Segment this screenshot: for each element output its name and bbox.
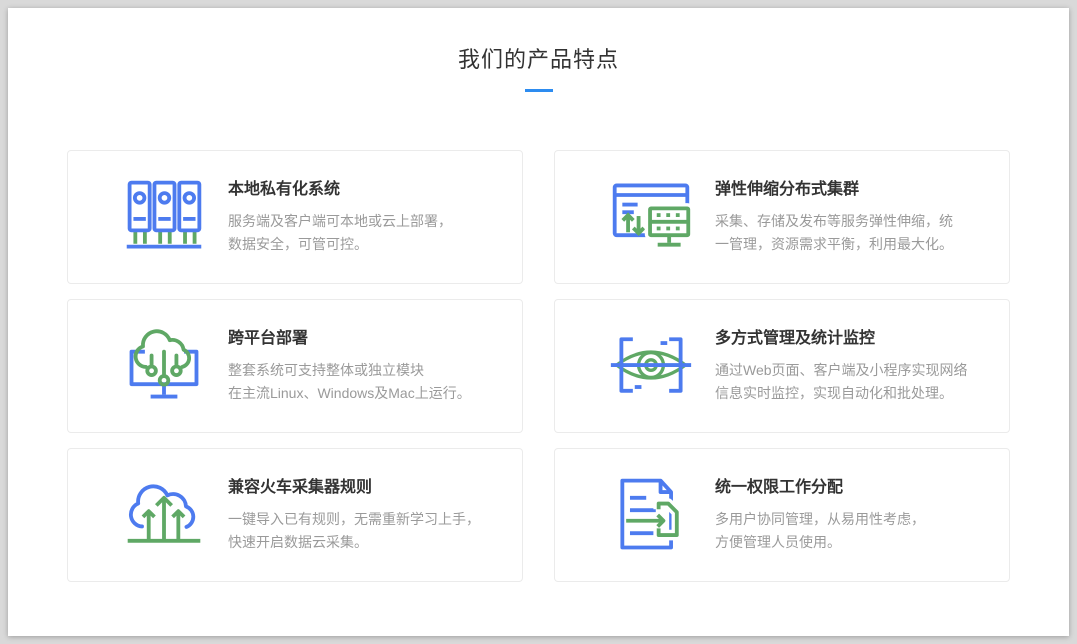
feature-title: 跨平台部署 xyxy=(228,328,502,350)
feature-card-monitoring: 多方式管理及统计监控 通过Web页面、客户端及小程序实现网络 信息实时监控，实现… xyxy=(554,299,1010,433)
title-underline xyxy=(525,89,553,92)
monitor-eye-icon xyxy=(608,323,694,409)
section-header: 我们的产品特点 xyxy=(8,8,1069,92)
feature-text: 兼容火车采集器规则 一键导入已有规则，无需重新学习上手， 快速开启数据云采集。 xyxy=(228,477,522,554)
desc-line: 多用户协同管理，从易用性考虑， xyxy=(715,511,925,527)
feature-title: 本地私有化系统 xyxy=(228,179,502,201)
cross-platform-icon xyxy=(121,323,207,409)
feature-card-elastic-cluster: 弹性伸缩分布式集群 采集、存储及发布等服务弹性伸缩，统 一管理，资源需求平衡，利… xyxy=(554,150,1010,284)
features-section: 我们的产品特点 xyxy=(8,8,1069,636)
desc-line: 一键导入已有规则，无需重新学习上手， xyxy=(228,511,480,527)
feature-grid: 本地私有化系统 服务端及客户端可本地或云上部署， 数据安全，可管可控。 xyxy=(67,150,1010,582)
feature-text: 统一权限工作分配 多用户协同管理，从易用性考虑， 方便管理人员使用。 xyxy=(715,477,1009,554)
feature-text: 本地私有化系统 服务端及客户端可本地或云上部署， 数据安全，可管可控。 xyxy=(228,179,522,256)
desc-line: 通过Web页面、客户端及小程序实现网络 xyxy=(715,362,968,378)
feature-card-local-system: 本地私有化系统 服务端及客户端可本地或云上部署， 数据安全，可管可控。 xyxy=(67,150,523,284)
feature-text: 弹性伸缩分布式集群 采集、存储及发布等服务弹性伸缩，统 一管理，资源需求平衡，利… xyxy=(715,179,1009,256)
desc-line: 方便管理人员使用。 xyxy=(715,534,841,550)
feature-card-import-rules: 兼容火车采集器规则 一键导入已有规则，无需重新学习上手， 快速开启数据云采集。 xyxy=(67,448,523,582)
feature-description: 一键导入已有规则，无需重新学习上手， 快速开启数据云采集。 xyxy=(228,508,502,554)
feature-card-permissions: 统一权限工作分配 多用户协同管理，从易用性考虑， 方便管理人员使用。 xyxy=(554,448,1010,582)
desc-line: 整套系统可支持整体或独立模块 xyxy=(228,362,424,378)
feature-description: 服务端及客户端可本地或云上部署， 数据安全，可管可控。 xyxy=(228,210,502,256)
feature-title: 弹性伸缩分布式集群 xyxy=(715,179,989,201)
desc-line: 采集、存储及发布等服务弹性伸缩，统 xyxy=(715,213,953,229)
feature-title: 统一权限工作分配 xyxy=(715,477,989,499)
feature-title: 兼容火车采集器规则 xyxy=(228,477,502,499)
desc-line: 快速开启数据云采集。 xyxy=(228,534,368,550)
desc-line: 一管理，资源需求平衡，利用最大化。 xyxy=(715,236,953,252)
feature-text: 跨平台部署 整套系统可支持整体或独立模块 在主流Linux、Windows及Ma… xyxy=(228,328,522,405)
feature-description: 多用户协同管理，从易用性考虑， 方便管理人员使用。 xyxy=(715,508,989,554)
elastic-cluster-icon xyxy=(608,174,694,260)
desc-line: 在主流Linux、Windows及Mac上运行。 xyxy=(228,385,471,401)
feature-title: 多方式管理及统计监控 xyxy=(715,328,989,350)
cloud-import-icon xyxy=(121,472,207,558)
feature-description: 通过Web页面、客户端及小程序实现网络 信息实时监控，实现自动化和批处理。 xyxy=(715,359,989,405)
desc-line: 服务端及客户端可本地或云上部署， xyxy=(228,213,452,229)
section-title: 我们的产品特点 xyxy=(8,44,1069,76)
document-assign-icon xyxy=(608,472,694,558)
feature-card-cross-platform: 跨平台部署 整套系统可支持整体或独立模块 在主流Linux、Windows及Ma… xyxy=(67,299,523,433)
feature-text: 多方式管理及统计监控 通过Web页面、客户端及小程序实现网络 信息实时监控，实现… xyxy=(715,328,1009,405)
feature-description: 采集、存储及发布等服务弹性伸缩，统 一管理，资源需求平衡，利用最大化。 xyxy=(715,210,989,256)
feature-description: 整套系统可支持整体或独立模块 在主流Linux、Windows及Mac上运行。 xyxy=(228,359,502,405)
local-servers-icon xyxy=(121,174,207,260)
desc-line: 信息实时监控，实现自动化和批处理。 xyxy=(715,385,953,401)
desc-line: 数据安全，可管可控。 xyxy=(228,236,368,252)
